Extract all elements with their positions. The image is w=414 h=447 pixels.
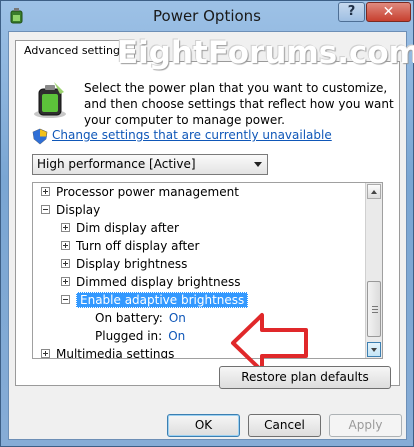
cancel-button[interactable]: Cancel (248, 414, 321, 437)
expand-plus-icon[interactable] (41, 187, 50, 196)
close-button[interactable]: ✕ (366, 2, 411, 22)
settings-tree[interactable]: Processor power management Display Dim d… (32, 182, 383, 359)
tree-item-label: Display brightness (76, 257, 188, 271)
apply-button[interactable]: Apply (329, 414, 402, 437)
tree-item-label: Dim display after (76, 221, 179, 235)
scroll-up-button[interactable] (367, 184, 381, 199)
chevron-down-icon (254, 162, 262, 167)
dialog-client-area: Advanced settings EightForums.com Select… (8, 31, 414, 440)
grip-line (372, 309, 378, 310)
power-plan-dropdown[interactable]: High performance [Active] (32, 154, 268, 175)
plugged-in-value[interactable]: On (168, 329, 185, 343)
battery-icon (34, 82, 66, 118)
tree-item-label: Turn off display after (76, 239, 200, 253)
arrow-down-icon (371, 348, 377, 352)
red-arrow-icon (231, 313, 308, 373)
on-battery-value[interactable]: On (169, 311, 186, 325)
vertical-scrollbar[interactable] (365, 183, 382, 358)
tree-item-turn-off-display[interactable]: Turn off display after (61, 237, 200, 255)
tree-item-dim-display[interactable]: Dim display after (61, 219, 179, 237)
collapse-minus-icon[interactable] (61, 295, 70, 304)
scroll-thumb[interactable] (367, 281, 381, 337)
scroll-down-button[interactable] (367, 342, 381, 357)
tree-item-label: Dimmed display brightness (76, 275, 241, 289)
tree-item-multimedia[interactable]: Multimedia settings (41, 345, 175, 359)
help-button[interactable]: ? (338, 2, 365, 22)
title-bar[interactable]: Power Options ? ✕ (1, 1, 413, 31)
expand-plus-icon[interactable] (41, 349, 50, 358)
grip-line (372, 312, 378, 313)
tree-item-label: Multimedia settings (56, 347, 175, 359)
tree-item-label: Plugged in: (95, 329, 163, 343)
arrow-up-icon (371, 190, 377, 194)
expand-plus-icon[interactable] (61, 277, 70, 286)
tree-item-label-selected: Enable adaptive brightness (76, 292, 249, 308)
shield-icon (32, 128, 48, 145)
expand-plus-icon[interactable] (61, 223, 70, 232)
tree-item-label: On battery: (95, 311, 163, 325)
tree-item-plugged-in[interactable]: Plugged in: On (95, 327, 185, 345)
tree-item-display-brightness[interactable]: Display brightness (61, 255, 187, 273)
description-text: Select the power plan that you want to c… (84, 81, 394, 127)
power-options-window: Power Options ? ✕ Advanced settings Eigh… (0, 0, 414, 447)
collapse-minus-icon[interactable] (41, 205, 50, 214)
tree-item-display[interactable]: Display (41, 201, 100, 219)
change-settings-link[interactable]: Change settings that are currently unava… (52, 128, 332, 142)
power-plan-value: High performance [Active] (37, 157, 196, 171)
tree-item-adaptive-brightness[interactable]: Enable adaptive brightness (61, 291, 249, 309)
tab-panel: Select the power plan that you want to c… (15, 61, 400, 389)
grip-line (372, 306, 378, 307)
expand-plus-icon[interactable] (61, 259, 70, 268)
tree-item-on-battery[interactable]: On battery: On (95, 309, 186, 327)
ok-button[interactable]: OK (167, 414, 240, 437)
tree-item-label: Display (56, 203, 101, 217)
tree-item-label: Processor power management (56, 185, 239, 199)
tree-item-dimmed-brightness[interactable]: Dimmed display brightness (61, 273, 241, 291)
restore-plan-defaults-button[interactable]: Restore plan defaults (219, 366, 391, 389)
watermark: EightForums.com (117, 35, 414, 71)
expand-plus-icon[interactable] (61, 241, 70, 250)
tree-item-processor-power[interactable]: Processor power management (41, 183, 239, 201)
